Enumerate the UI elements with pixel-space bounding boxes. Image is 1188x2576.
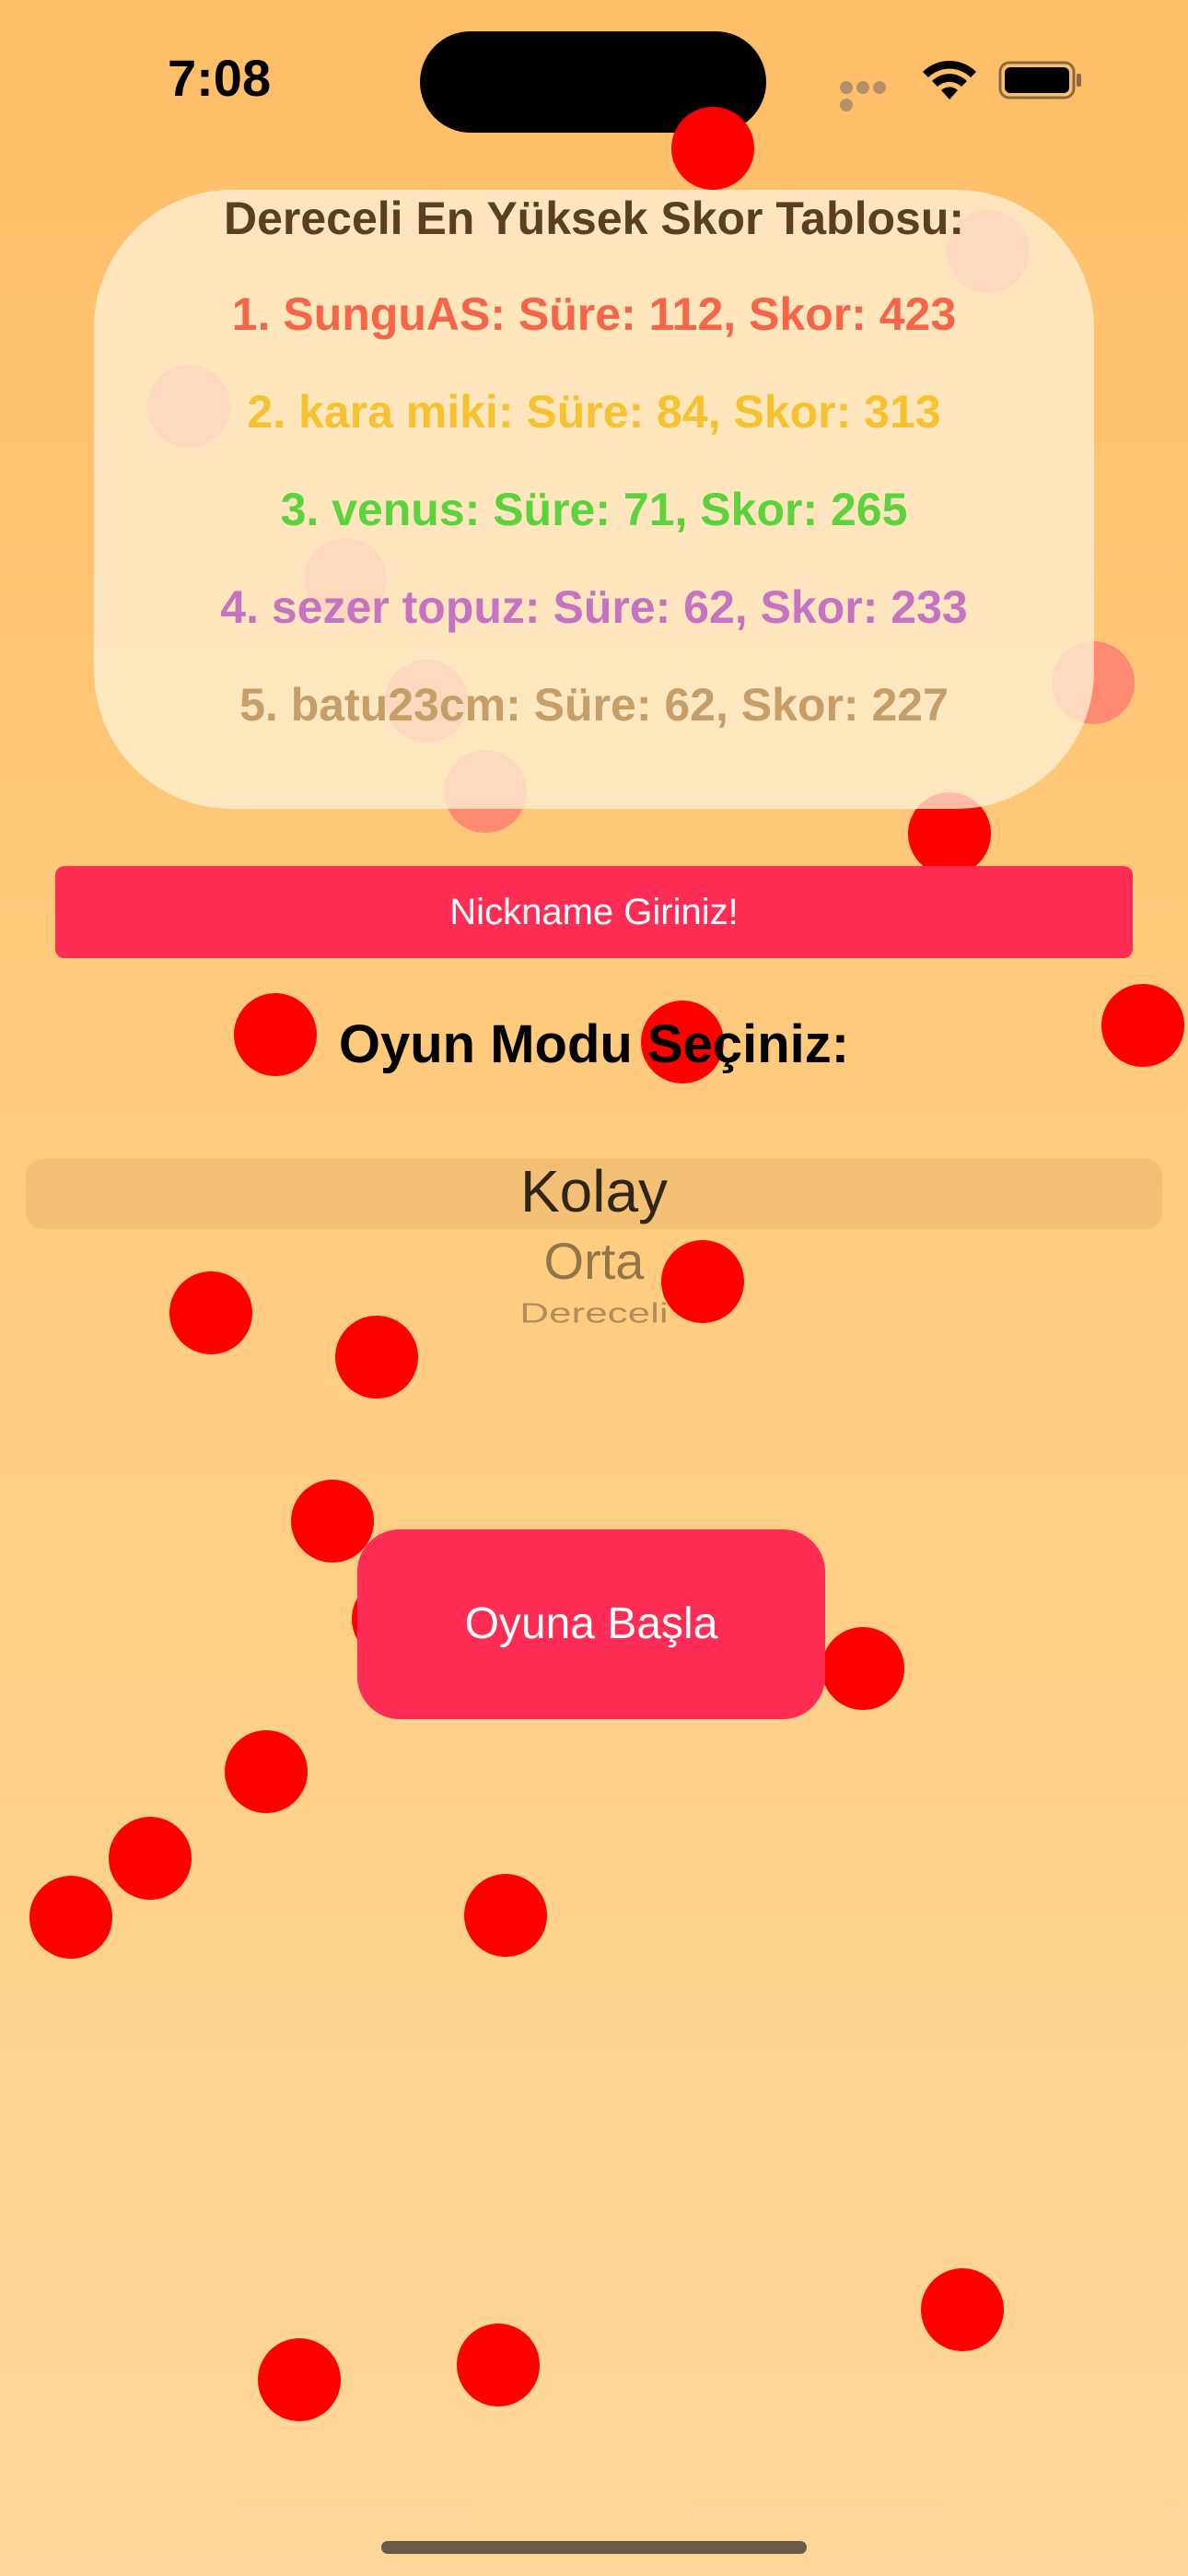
leaderboard-entry: 2. kara miki: Süre: 84, Skor: 313	[247, 386, 941, 438]
picker-option-dereceli[interactable]: Dereceli	[0, 1297, 1188, 1329]
leaderboard-entry: 5. batu23cm: Süre: 62, Skor: 227	[239, 679, 949, 731]
wifi-icon	[923, 60, 976, 100]
ball	[109, 1817, 192, 1900]
ball	[671, 107, 754, 190]
ball	[291, 1480, 374, 1563]
ball	[258, 2338, 341, 2421]
picker-option-kolay[interactable]: Kolay	[0, 1157, 1188, 1225]
home-indicator[interactable]	[381, 2541, 807, 2554]
ball	[821, 1627, 904, 1710]
status-time: 7:08	[168, 49, 272, 107]
battery-icon	[998, 61, 1081, 100]
leaderboard-entry: 4. sezer topuz: Süre: 62, Skor: 233	[220, 581, 968, 633]
leaderboard-title: Dereceli En Yüksek Skor Tablosu:	[223, 193, 965, 244]
start-game-button[interactable]: Oyuna Başla	[357, 1529, 825, 1719]
mode-section-title: Oyun Modu Seçiniz:	[338, 1014, 850, 1074]
ball	[457, 2324, 540, 2406]
ball	[464, 1874, 547, 1957]
leaderboard-entry: 3. venus: Süre: 71, Skor: 265	[280, 484, 908, 535]
cellular-signal-icon	[840, 81, 904, 111]
nickname-button[interactable]: Nickname Giriniz!	[55, 866, 1133, 958]
ball	[29, 1876, 112, 1959]
leaderboard-entry: 1. SunguAS: Süre: 112, Skor: 423	[231, 288, 957, 340]
ball	[921, 2268, 1004, 2351]
picker-option-orta[interactable]: Orta	[0, 1231, 1188, 1291]
ball	[225, 1730, 308, 1813]
